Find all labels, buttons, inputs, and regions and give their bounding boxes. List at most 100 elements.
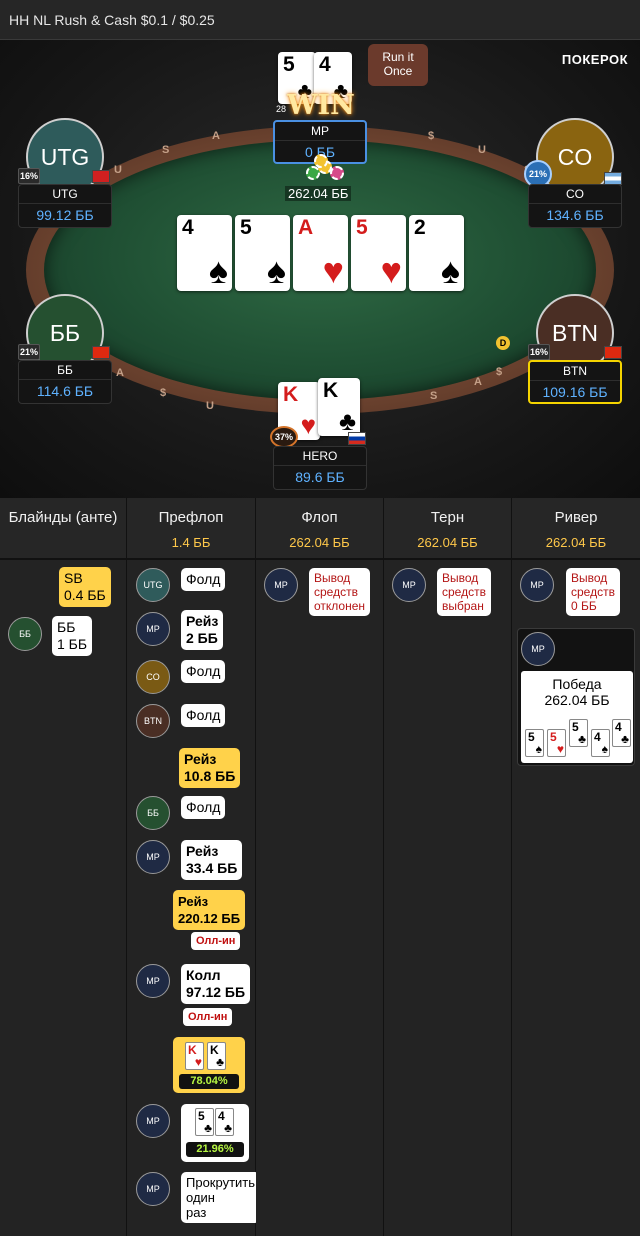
card-suit: ♣: [621, 732, 629, 746]
card-rank: 5: [550, 730, 557, 744]
rail-letter: U: [206, 400, 214, 412]
rail-letter: U: [478, 144, 486, 156]
rail-letter: S: [162, 144, 170, 156]
utg-avatar-label: UTG: [40, 143, 90, 170]
win-card-1: 5 ♠: [525, 729, 544, 757]
russia-flag-icon: [348, 432, 366, 445]
board-card-2: 5 ♠: [235, 215, 290, 291]
river-column: MP Вывод средств 0 ББ MP Победа 262.04 Б…: [512, 560, 640, 1236]
mp-mini-card-1: 5 ♣: [195, 1108, 214, 1136]
hong-kong-flag-icon: [92, 170, 110, 183]
mp-run-once-bubble: Прокрутить один раз: [181, 1172, 261, 1223]
position-label: UTG: [143, 580, 163, 590]
card-rank: 4: [319, 53, 331, 76]
position-label: MP: [146, 1184, 160, 1194]
dealer-button: D: [496, 336, 510, 350]
mp-reraise-bubble: Рейз 33.4 ББ: [181, 840, 243, 880]
action-label: Рейз: [186, 613, 219, 629]
bb-amount: 1 ББ: [57, 636, 88, 652]
co-fold-bubble: Фолд: [181, 660, 226, 683]
action-label: Вывод: [314, 571, 351, 585]
card-suit: ♥: [300, 410, 316, 440]
bb-name: ББ: [19, 361, 111, 380]
utg-stat-badge: 16%: [18, 168, 40, 184]
win-result-box: Победа 262.04 ББ 5 ♠ 5 ♥ 5 ♣ 4 ♠ 4 ♣: [521, 671, 633, 763]
hero-stat-badge-icon: 37%: [270, 426, 298, 448]
btn-name: BTN: [530, 362, 620, 381]
card-suit: ♠: [535, 742, 542, 756]
board-card-3: A ♥: [293, 215, 348, 291]
card-suit: ♣: [224, 1121, 232, 1135]
co-nameplate[interactable]: CO 134.6 ББ: [528, 184, 622, 228]
china-flag-icon: [92, 346, 110, 359]
action-label: средств: [442, 585, 486, 599]
title-bar: HH NL Rush & Cash $0.1 / $0.25: [0, 0, 640, 40]
action-amount: 97.12 ББ: [186, 984, 246, 1000]
win-text: WIN: [287, 90, 355, 121]
card-suit: ♥: [194, 1055, 202, 1069]
rail-letter: A: [474, 376, 482, 388]
hand-history-panel: Блайнды (анте) Префлоп 1.4 ББ Флоп 262.0…: [0, 498, 640, 1236]
board-card-4: 5 ♥: [351, 215, 406, 291]
mp-position-badge: MP: [264, 568, 298, 602]
action-label: один: [186, 1190, 215, 1205]
board-card-5: 2 ♠: [409, 215, 464, 291]
mp-call-bubble: Колл 97.12 ББ: [181, 964, 251, 1004]
action-label: Рейз: [186, 843, 219, 859]
btn-stat-badge: 16%: [528, 344, 550, 360]
action-label: раз: [186, 1205, 207, 1220]
position-label: MP: [274, 580, 288, 590]
mp-mini-card-2: 4 ♣: [215, 1108, 234, 1136]
utg-name: UTG: [19, 185, 111, 204]
win-card-5: 4 ♣: [612, 719, 631, 747]
action-label: Рейз: [178, 894, 209, 909]
card-rank: 5: [240, 216, 252, 239]
utg-fold-bubble: Фолд: [181, 568, 226, 591]
card-rank: A: [298, 216, 314, 239]
hero-mini-card-1: K ♥: [185, 1042, 204, 1070]
win-card-4: 4 ♠: [591, 729, 610, 757]
mp-cashout-selected-bubble: Вывод средств выбран: [437, 568, 491, 616]
position-label: MP: [146, 852, 160, 862]
card-suit: ♥: [322, 250, 344, 291]
btn-nameplate[interactable]: BTN 109.16 ББ: [528, 360, 622, 404]
action-label: Фолд: [186, 663, 221, 679]
card-suit: ♥: [556, 742, 564, 756]
column-header-blinds[interactable]: Блайнды (анте): [0, 498, 127, 560]
bb-label: ББ: [57, 619, 76, 635]
column-amount: 1.4 ББ: [171, 535, 211, 550]
mp-allin-tag: Олл-ин: [183, 1008, 233, 1026]
sb-amount: 0.4 ББ: [64, 587, 106, 603]
card-suit: ♥: [380, 250, 402, 291]
hero-card-2: K ♣: [318, 378, 360, 436]
column-title: Терн: [430, 509, 465, 526]
bb-stack: 114.6 ББ: [36, 383, 94, 399]
rail-letter: S: [430, 390, 438, 402]
bb-nameplate[interactable]: ББ 114.6 ББ: [18, 360, 112, 404]
action-label: Вывод: [571, 571, 608, 585]
column-header-river[interactable]: Ривер 262.04 ББ: [512, 498, 640, 560]
poker-table-area: ПОКЕРОК U S A $ U S A $ U S A $ 5 ♣ 4 ♣ …: [0, 40, 640, 498]
card-suit: ♣: [338, 406, 356, 436]
column-title: Ривер: [554, 509, 598, 526]
column-header-flop[interactable]: Флоп 262.04 ББ: [256, 498, 384, 560]
mp-position-badge: MP: [136, 964, 170, 998]
hero-allin-tag: Олл-ин: [191, 932, 241, 950]
hero-nameplate[interactable]: HERO 89.6 ББ: [273, 446, 367, 490]
column-header-preflop[interactable]: Префлоп 1.4 ББ: [127, 498, 256, 560]
position-label: MP: [402, 580, 416, 590]
bb-position-badge: ББ: [8, 617, 42, 651]
brand-logo: ПОКЕРОК: [561, 52, 628, 67]
card-suit: ♣: [578, 732, 586, 746]
co-name: CO: [529, 185, 621, 204]
hero-showdown-bubble: K ♥ K ♣ 78.04%: [173, 1037, 245, 1093]
mp-position-badge: MP: [521, 632, 555, 666]
action-label: Фолд: [186, 707, 221, 723]
card-rank: 2: [414, 216, 426, 239]
action-label: Фолд: [186, 571, 221, 587]
card-rank: K: [323, 379, 339, 402]
bb-fold-bubble: Фолд: [181, 796, 226, 819]
utg-nameplate[interactable]: UTG 99.12 ББ: [18, 184, 112, 228]
column-header-turn[interactable]: Терн 262.04 ББ: [384, 498, 512, 560]
action-label: Вывод: [442, 571, 479, 585]
